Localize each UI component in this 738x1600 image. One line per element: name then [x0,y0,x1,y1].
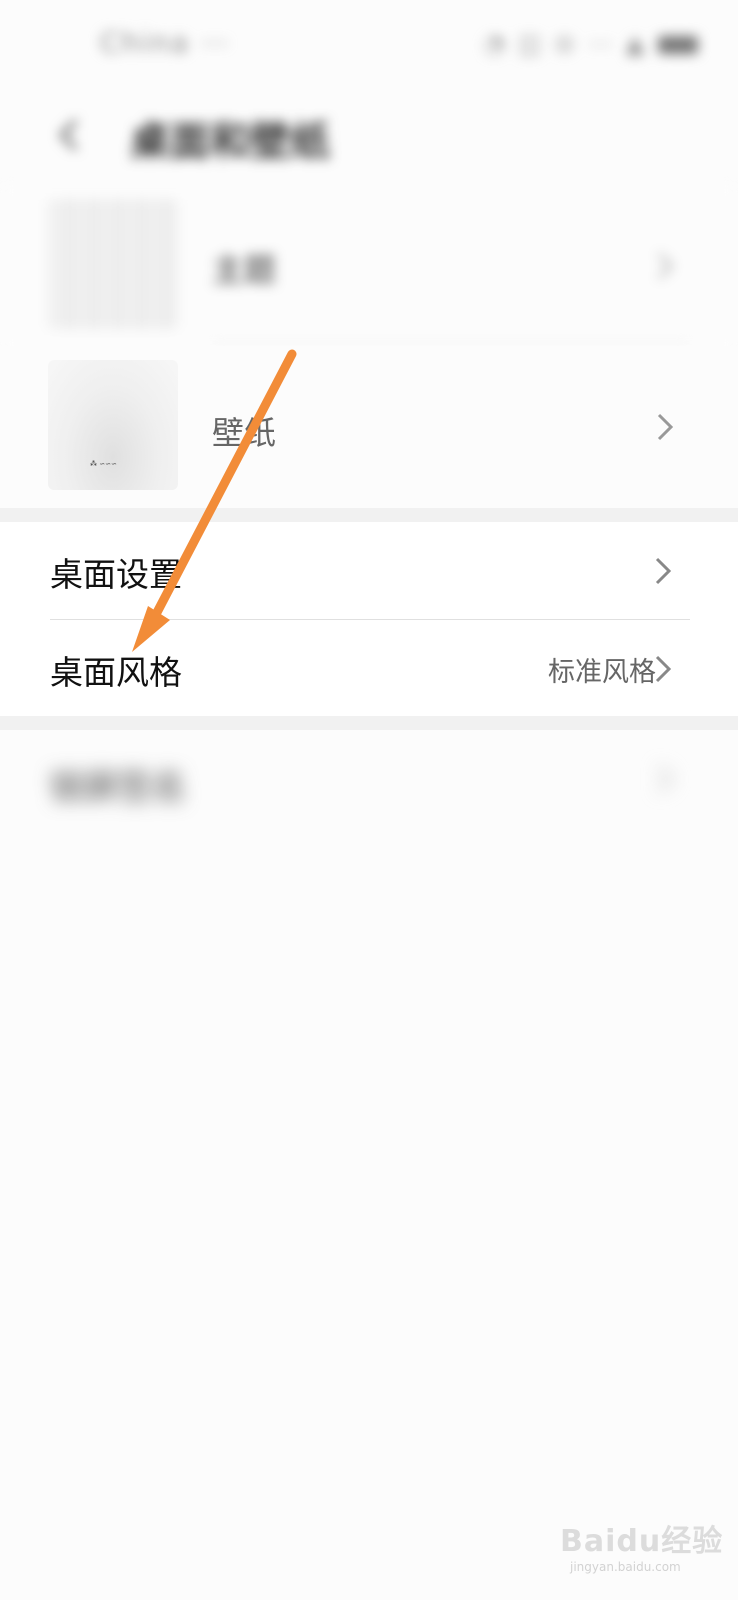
chevron-right-icon [655,557,672,585]
chevron-right-icon [655,655,672,683]
chevron-right-icon [657,413,674,441]
desktop-style-label: 桌面风格 [50,653,182,692]
desktop-style-item[interactable]: 桌面风格 标准风格 [0,620,738,716]
section-gap [0,716,738,730]
watermark-url: jingyan.baidu.com [570,1560,681,1574]
baidu-watermark: Baidu经验 jingyan.baidu.com [560,1488,722,1578]
signal-icons: ◔ ◫ ⊙ ⋯ ▲ [483,30,648,58]
desktop-style-value: 标准风格 [548,657,656,688]
desktop-settings-label: 桌面设置 [50,555,182,594]
desktop-settings-item[interactable]: 桌面设置 [0,522,738,618]
row-divider [212,342,690,343]
watermark-text: Baidu经验 [560,1524,724,1559]
battery-icon [658,36,698,54]
theme-thumbnail [48,199,178,329]
header: 桌面和壁纸 [0,95,738,175]
carrier-name: China ⋯ [100,26,231,59]
status-icons: ◔ ◫ ⊙ ⋯ ▲ [484,30,698,58]
section-gap [0,508,738,522]
status-bar: China ⋯ ◔ ◫ ⊙ ⋯ ▲ [0,0,738,95]
chevron-right-icon [657,765,674,793]
wallpaper-thumb-text: ⁂ ∽∽∽ [90,460,117,468]
theme-label: 主题 [212,251,277,289]
page-title: 桌面和壁纸 [130,119,330,165]
back-arrow-icon[interactable] [50,115,90,155]
settings-card: 桌面设置 桌面风格 标准风格 [0,522,738,716]
wallpaper-label: 壁纸 [212,414,277,452]
theme-row[interactable]: 主题 [0,185,738,350]
wallpaper-thumbnail: ⁂ ∽∽∽ [48,360,178,490]
chevron-right-icon [657,252,674,280]
lock-signature-label: 锁屏签名 [50,768,186,808]
wallpaper-row[interactable]: ⁂ ∽∽∽ 壁纸 [0,346,738,511]
